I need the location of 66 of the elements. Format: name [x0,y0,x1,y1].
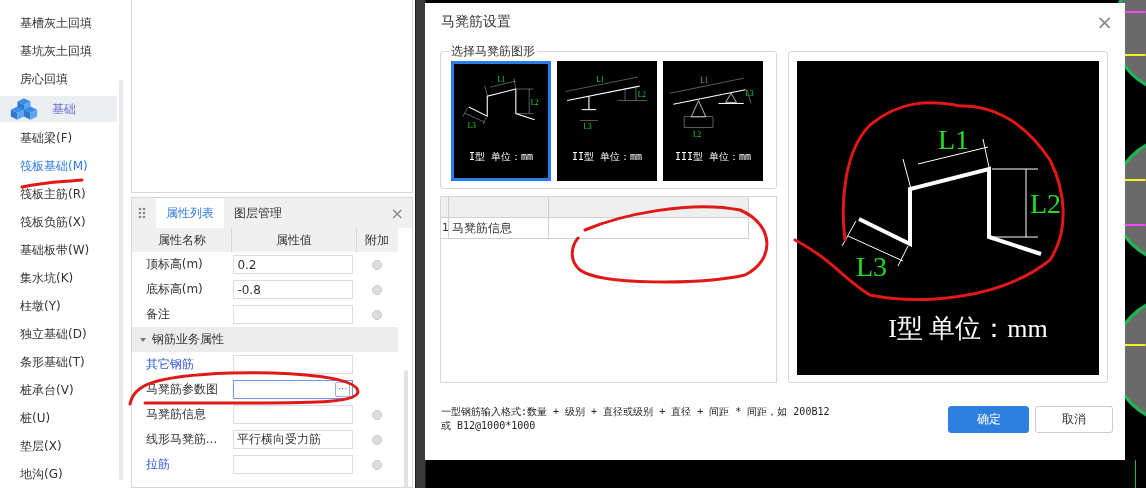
property-name: 底标高(m) [144,281,204,298]
ok-button[interactable]: 确定 [948,405,1029,433]
radio-button[interactable] [372,434,383,445]
table-cell: 马凳筋信息 [449,218,549,239]
sidebar-item[interactable]: 筏板负筋(X) [0,208,117,236]
shape-caption: III型 单位：mm [674,150,752,164]
value-field[interactable]: -0.8 [233,280,354,299]
property-link[interactable]: 其它钢筋 [131,356,232,373]
category-header[interactable]: 基础 [0,96,117,122]
drag-handle-icon [137,207,146,219]
cubes-icon [10,96,38,122]
cancel-button[interactable]: 取消 [1035,405,1113,433]
property-name: 备注 [144,306,171,323]
table-cell[interactable] [549,218,749,239]
radio-button[interactable] [372,459,383,470]
sidebar-item[interactable]: 垫层(X) [0,432,117,460]
close-button[interactable]: × [1096,10,1113,34]
row-number: 1 [441,218,449,239]
sidebar-item[interactable]: 基础梁(F) [0,124,117,152]
sidebar-item[interactable]: 条形基础(T) [0,348,117,376]
sidebar-item[interactable]: 基槽灰土回填 [0,9,117,37]
sidebar-item[interactable]: 桩承台(V) [0,376,117,404]
sidebar-item[interactable]: 独立基础(D) [0,320,117,348]
property-name: 马凳筋信息 [144,406,207,423]
dimension-label: L2 [1030,188,1062,219]
ellipsis-button[interactable]: ··· [334,382,351,397]
property-link[interactable]: 拉筋 [131,456,232,473]
column-header: 属性名称 [131,228,233,252]
radio-button[interactable] [372,284,383,295]
shape-caption: I型 单位：mm [468,150,534,164]
hint-text: 一型钢筋输入格式:数量 + 级别 + 直径或级别 + 直径 + 间距 * 间距，如 200B12 [441,405,831,419]
property-name: 顶标高(m) [144,256,204,273]
dimension-label: L1 [938,124,970,155]
panel-tab[interactable]: 属性列表 [155,198,224,228]
value-field[interactable]: 0.2 [233,255,354,274]
radio-button[interactable] [372,309,383,320]
sidebar-item[interactable]: 基坑灰土回填 [0,37,117,65]
value-field[interactable] [233,405,354,424]
hint-text: 或 B12@1000*1000 [441,419,537,433]
column-header: 附加 [364,232,391,249]
sidebar-item[interactable]: 基础板带(W) [0,236,117,264]
dimension-label: L3 [856,251,888,281]
property-name: 线形马凳筋... [144,431,219,448]
sidebar-item[interactable]: 集水坑(K) [0,264,117,292]
sidebar-item[interactable]: 柱墩(Y) [0,292,117,320]
sidebar-item[interactable]: 房心回填 [0,65,117,93]
shape-caption: II型 单位：mm [571,150,643,164]
radio-button[interactable] [372,409,383,420]
hand-drawn-underline [20,178,84,189]
sidebar-item[interactable]: 筏板主筋(R) [0,180,117,208]
value-field[interactable] [233,355,354,374]
radio-button[interactable] [372,259,383,270]
panel-tab[interactable]: 图层管理 [223,198,292,228]
sidebar-item[interactable]: 桩(U) [0,404,117,432]
value-field[interactable]: 平行横向受力筋 [233,430,354,449]
group-label: 选择马凳筋图形 [449,43,537,60]
value-field[interactable] [233,455,354,474]
group-row[interactable]: 钢筋业务属性 [131,327,398,352]
caret-icon[interactable] [139,337,146,342]
column-header: 属性值 [232,228,357,252]
value-field[interactable] [233,305,354,324]
preview-caption: I型 单位：mm [888,313,1048,345]
value-field[interactable]: ··· [233,380,354,399]
sidebar-item[interactable]: 地沟(G) [0,460,117,488]
sidebar-item[interactable]: 筏板基础(M) [0,152,117,180]
dialog-title: 马凳筋设置 [441,13,511,31]
